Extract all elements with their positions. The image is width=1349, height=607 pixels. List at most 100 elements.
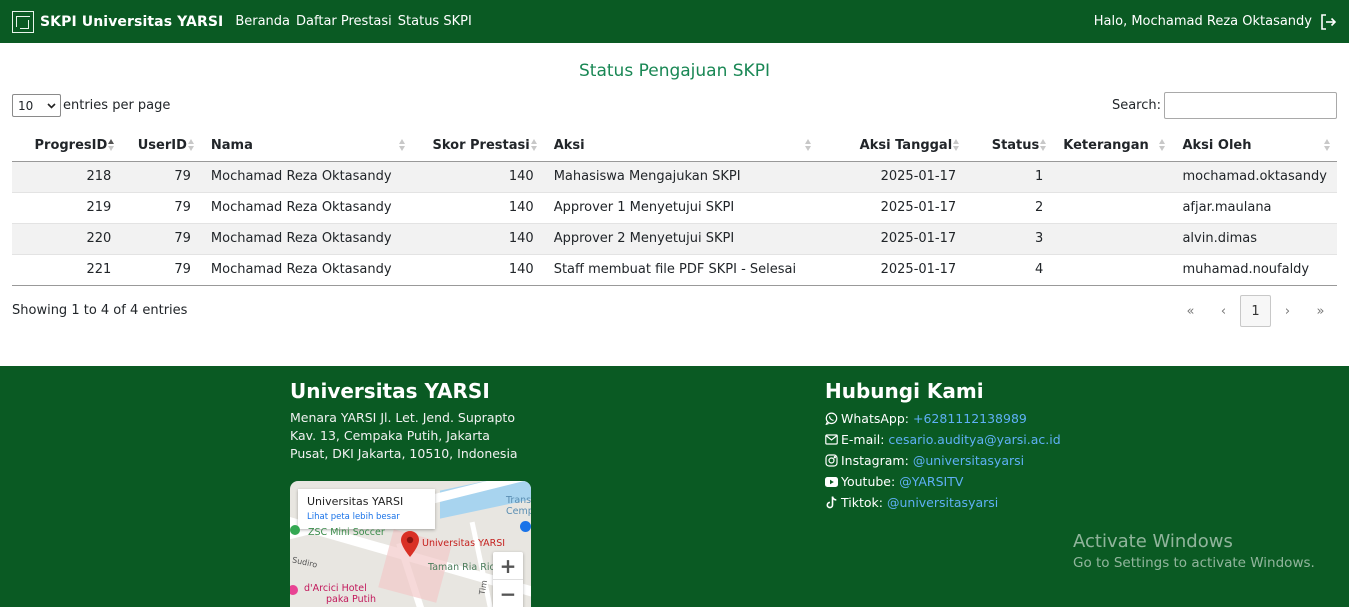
address-line: Pusat, DKI Jakarta, 10510, Indonesia <box>290 446 518 461</box>
nav-link-beranda[interactable]: Beranda <box>235 14 290 29</box>
cell-skor: 140 <box>412 192 544 224</box>
map-zoom-controls: + − <box>493 552 523 607</box>
tiktok-icon <box>825 496 838 509</box>
cell-tanggal: 2025-01-17 <box>818 223 967 255</box>
top-navbar: SKPI Universitas YARSI Beranda Daftar Pr… <box>0 0 1349 43</box>
contact-label: Tiktok: <box>841 495 883 510</box>
footer-university-title: Universitas YARSI <box>290 379 490 403</box>
youtube-link[interactable]: @YARSITV <box>899 471 963 492</box>
search-control: Search: <box>1112 92 1337 119</box>
contact-label: WhatsApp: <box>841 411 909 426</box>
cell-keterangan <box>1053 223 1173 255</box>
cell-progresid: 220 <box>12 223 122 255</box>
sort-icon <box>1159 139 1166 152</box>
cell-aksi-oleh: alvin.dimas <box>1172 223 1337 255</box>
page-current-button[interactable]: 1 <box>1240 295 1271 327</box>
table-header-row: ProgresID UserID Nama Skor Prestasi Aksi… <box>12 130 1337 162</box>
cell-nama: Mochamad Reza Oktasandy <box>200 223 413 255</box>
map-label-park: Taman Ria Rio <box>428 562 496 573</box>
col-header-nama[interactable]: Nama <box>200 130 413 162</box>
yarsi-logo-icon <box>12 10 34 33</box>
nav-link-status-skpi[interactable]: Status SKPI <box>398 14 472 29</box>
search-input[interactable] <box>1164 92 1337 119</box>
brand[interactable]: SKPI Universitas YARSI <box>12 10 223 33</box>
footer-address: Menara YARSI Jl. Let. Jend. Suprapto Kav… <box>290 409 518 463</box>
user-greeting: Halo, Mochamad Reza Oktasandy <box>1093 14 1312 29</box>
brand-name[interactable]: SKPI Universitas YARSI <box>40 14 223 30</box>
cell-aksi: Approver 2 Menyetujui SKPI <box>543 223 818 255</box>
cell-aksi-oleh: muhamad.noufaldy <box>1172 254 1337 286</box>
col-header-label: Aksi <box>553 137 585 153</box>
search-label: Search: <box>1111 98 1161 113</box>
table-row: 220 79 Mochamad Reza Oktasandy 140 Appro… <box>12 223 1337 255</box>
contact-tiktok: Tiktok: @universitasyarsi <box>825 492 1061 513</box>
cell-tanggal: 2025-01-17 <box>818 192 967 224</box>
map-larger-link[interactable]: Lihat peta lebih besar <box>307 512 426 522</box>
map-label-street: Sudiro <box>291 555 319 570</box>
col-header-label: Aksi Oleh <box>1182 137 1252 153</box>
footer-contact-title: Hubungi Kami <box>825 379 984 403</box>
entries-per-page-label: entries per page <box>63 98 171 113</box>
envelope-icon <box>825 433 838 446</box>
cell-progresid: 218 <box>12 161 122 193</box>
map-label-cemp: Cemp <box>506 506 531 517</box>
instagram-link[interactable]: @universitasyarsi <box>913 450 1024 471</box>
cell-tanggal: 2025-01-17 <box>818 254 967 286</box>
sort-icon <box>399 139 406 152</box>
nav-link-daftar-prestasi[interactable]: Daftar Prestasi <box>296 14 392 29</box>
cell-userid: 79 <box>121 192 201 224</box>
cell-status: 1 <box>966 161 1054 193</box>
map-transit-icon <box>520 521 531 532</box>
map-zoom-out-button[interactable]: − <box>493 580 523 607</box>
col-header-label: Nama <box>210 137 253 153</box>
cell-tanggal: 2025-01-17 <box>818 161 967 193</box>
table-row: 219 79 Mochamad Reza Oktasandy 140 Appro… <box>12 192 1337 224</box>
map-label-hotel: d'Arcici Hotel <box>304 583 367 594</box>
col-header-userid[interactable]: UserID <box>121 130 201 162</box>
col-header-progresid[interactable]: ProgresID <box>12 130 122 162</box>
page-last-button[interactable]: » <box>1304 295 1337 327</box>
cell-nama: Mochamad Reza Oktasandy <box>200 254 413 286</box>
map-label-pin: Universitas YARSI <box>422 538 506 549</box>
map-poi-icon <box>290 525 300 535</box>
page-prev-button[interactable]: ‹ <box>1207 295 1240 327</box>
cell-progresid: 221 <box>12 254 122 286</box>
user-area: Halo, Mochamad Reza Oktasandy <box>1094 0 1337 43</box>
pagination: « ‹ 1 › » <box>1174 295 1337 327</box>
col-header-label: UserID <box>137 137 187 153</box>
col-header-skor-prestasi[interactable]: Skor Prestasi <box>412 130 544 162</box>
cell-nama: Mochamad Reza Oktasandy <box>200 192 413 224</box>
cell-aksi: Approver 1 Menyetujui SKPI <box>543 192 818 224</box>
col-header-label: Keterangan <box>1063 137 1149 153</box>
whatsapp-link[interactable]: +6281112138989 <box>913 408 1027 429</box>
contact-youtube: Youtube: @YARSITV <box>825 471 1061 492</box>
contact-label: Instagram: <box>841 453 909 468</box>
email-link[interactable]: cesario.auditya@yarsi.ac.id <box>888 429 1060 450</box>
page-next-button[interactable]: › <box>1271 295 1304 327</box>
sort-icon <box>1324 139 1331 152</box>
map-zoom-in-button[interactable]: + <box>493 552 523 580</box>
page-first-button[interactable]: « <box>1174 295 1207 327</box>
contact-email: E-mail: cesario.auditya@yarsi.ac.id <box>825 429 1061 450</box>
status-table: ProgresID UserID Nama Skor Prestasi Aksi… <box>12 130 1337 286</box>
cell-keterangan <box>1053 192 1173 224</box>
cell-aksi-oleh: afjar.maulana <box>1172 192 1337 224</box>
col-header-keterangan[interactable]: Keterangan <box>1053 130 1173 162</box>
watermark-title: Activate Windows <box>1073 531 1233 552</box>
cell-status: 3 <box>966 223 1054 255</box>
logout-icon[interactable] <box>1319 13 1337 31</box>
cell-skor: 140 <box>412 254 544 286</box>
entries-per-page-value: 10 <box>18 98 34 113</box>
embedded-map[interactable]: Universitas YARSI Lihat peta lebih besar… <box>290 481 531 607</box>
col-header-aksi-tanggal[interactable]: Aksi Tanggal <box>818 130 967 162</box>
contact-whatsapp: WhatsApp: +6281112138989 <box>825 408 1061 429</box>
entries-per-page-select[interactable]: 10 <box>12 94 61 117</box>
col-header-aksi-oleh[interactable]: Aksi Oleh <box>1172 130 1337 162</box>
col-header-status[interactable]: Status <box>966 130 1054 162</box>
instagram-icon <box>825 454 838 467</box>
col-header-aksi[interactable]: Aksi <box>543 130 818 162</box>
sort-icon <box>187 139 195 152</box>
cell-skor: 140 <box>412 223 544 255</box>
tiktok-link[interactable]: @universitasyarsi <box>887 492 998 513</box>
cell-userid: 79 <box>121 161 201 193</box>
